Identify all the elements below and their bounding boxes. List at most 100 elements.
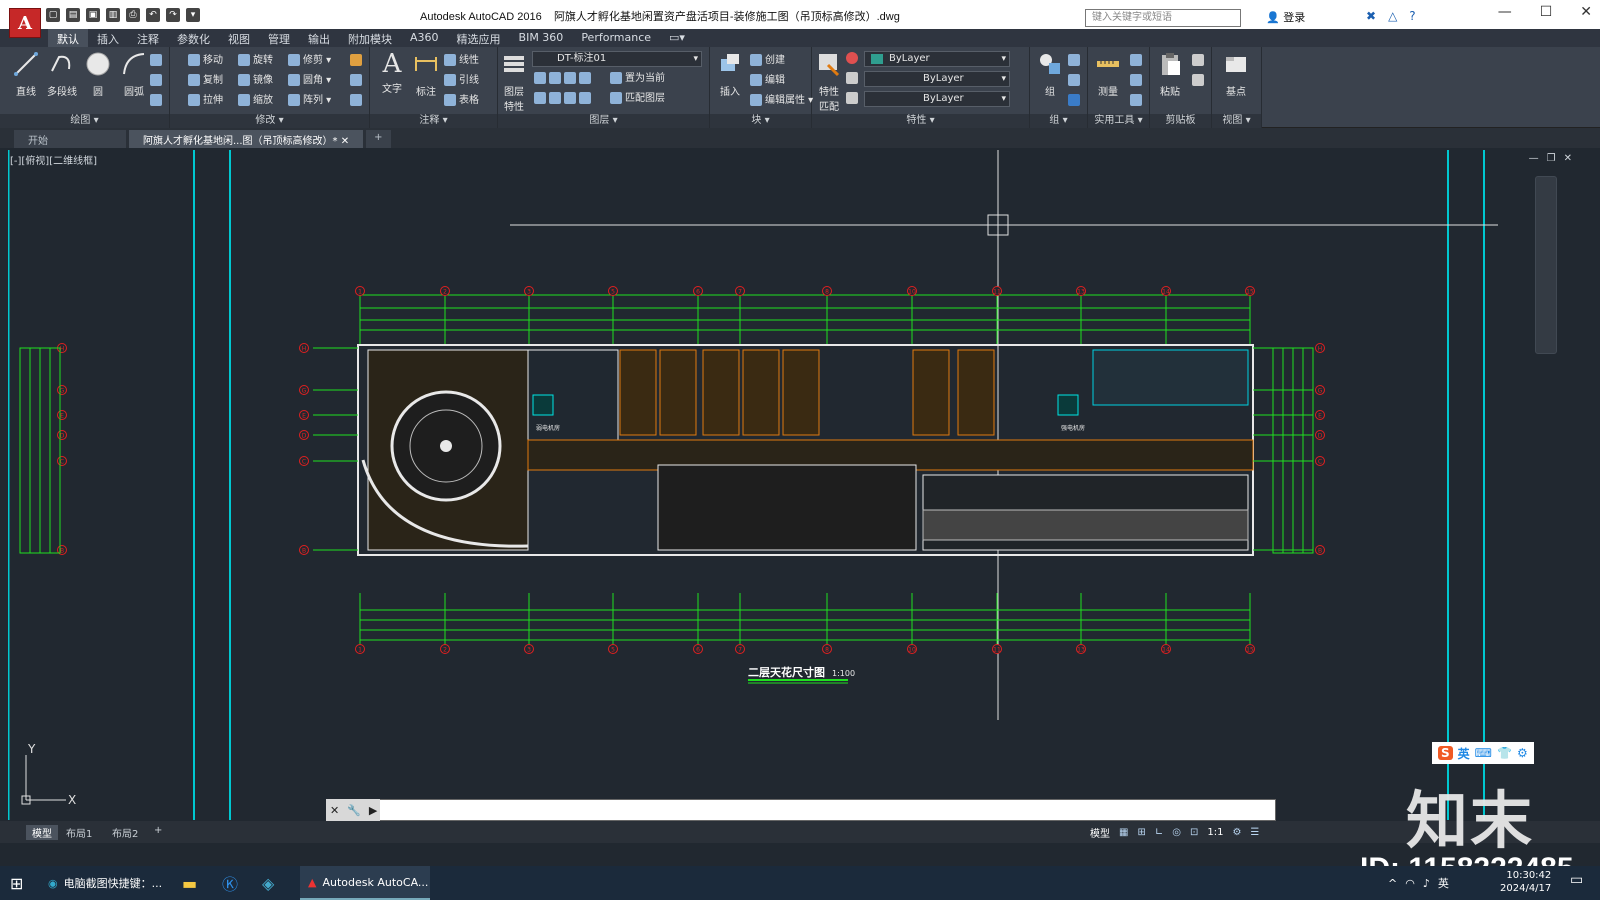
tab-output[interactable]: 输出 xyxy=(299,29,339,47)
insert-button[interactable]: 插入 xyxy=(712,51,748,98)
tab-performance[interactable]: Performance xyxy=(572,29,660,47)
explorer-icon[interactable]: ▬ xyxy=(182,866,197,900)
panel-properties-title[interactable]: 特性 ▾ xyxy=(812,114,1029,128)
layer-tool-icons[interactable] xyxy=(534,71,594,87)
copy-button[interactable]: 复制 xyxy=(188,73,223,89)
new-icon[interactable]: ▢ xyxy=(46,8,60,22)
point-icon[interactable] xyxy=(1130,73,1145,89)
snap-icon[interactable]: ⊞ xyxy=(1137,827,1145,838)
linetype-icon[interactable] xyxy=(846,71,861,87)
group-select-icon[interactable] xyxy=(1068,93,1083,109)
color-wheel-icon[interactable] xyxy=(846,51,861,67)
ime-language[interactable]: 英 xyxy=(1458,745,1470,762)
navigation-bar[interactable] xyxy=(1535,176,1557,354)
color-dropdown[interactable]: ByLayer xyxy=(864,51,1010,67)
explode-icon[interactable] xyxy=(350,73,365,89)
tab-view[interactable]: 视图 xyxy=(219,29,259,47)
hatch-icon[interactable] xyxy=(150,73,165,89)
leader-button[interactable]: 引线 xyxy=(444,73,479,89)
layer-properties-button[interactable]: 图层特性 xyxy=(500,51,528,113)
text-button[interactable]: A 文字 xyxy=(374,51,410,95)
lineweight-dropdown[interactable]: ByLayer xyxy=(864,91,1010,107)
offset-icon[interactable] xyxy=(350,93,365,109)
undo-icon[interactable]: ↶ xyxy=(146,8,160,22)
help-icon[interactable]: ? xyxy=(1409,9,1415,23)
ime-keyboard-icon[interactable]: ⌨ xyxy=(1475,746,1492,760)
linetype-dropdown[interactable]: ByLayer xyxy=(864,71,1010,87)
panel-utilities-title[interactable]: 实用工具 ▾ xyxy=(1088,114,1149,128)
region-icon[interactable] xyxy=(150,93,165,109)
search-input[interactable]: 键入关键字或短语 xyxy=(1085,9,1241,27)
polyline-button[interactable]: 多段线 xyxy=(44,51,80,98)
redo-icon[interactable]: ↷ xyxy=(166,8,180,22)
workspace-icon[interactable]: ⚙ xyxy=(1232,827,1241,838)
fillet-button[interactable]: 圆角 ▾ xyxy=(288,73,331,89)
tab-layout1[interactable]: 布局1 xyxy=(66,825,92,840)
print-icon[interactable]: ⎙ xyxy=(126,8,140,22)
minimize-icon[interactable]: — xyxy=(1498,4,1512,20)
panel-clipboard-title[interactable]: 剪贴板 xyxy=(1150,114,1211,128)
tab-annotate[interactable]: 注释 xyxy=(128,29,168,47)
move-button[interactable]: 移动 xyxy=(188,53,223,69)
tab-addins[interactable]: 附加模块 xyxy=(339,29,401,47)
osnap-icon[interactable]: ⊡ xyxy=(1190,827,1198,838)
notification-icon[interactable]: ▭ xyxy=(1570,872,1583,888)
grid-icon[interactable]: ▦ xyxy=(1119,827,1128,838)
ime-settings-icon[interactable]: ⚙ xyxy=(1517,746,1528,760)
login-button[interactable]: 👤 登录 xyxy=(1266,9,1305,25)
lineweight-icon[interactable] xyxy=(846,91,861,107)
tab-start[interactable]: 开始 xyxy=(14,130,126,148)
tray-chevron-icon[interactable]: ^ xyxy=(1388,877,1397,890)
tab-featured-apps[interactable]: 精选应用 xyxy=(448,29,510,47)
layer-tool-icons-2[interactable] xyxy=(534,91,594,107)
set-current-button[interactable]: 置为当前 xyxy=(610,71,665,87)
paste-button[interactable]: 粘贴 xyxy=(1152,51,1188,98)
trim-button[interactable]: 修剪 ▾ xyxy=(288,53,331,69)
maximize-icon[interactable]: ☐ xyxy=(1540,4,1553,20)
match-properties-button[interactable]: 特性匹配 xyxy=(814,51,844,113)
line-button[interactable]: 直线 xyxy=(8,51,44,98)
model-space-button[interactable]: 模型 xyxy=(1090,825,1110,840)
panel-annotation-title[interactable]: 注释 ▾ xyxy=(370,114,497,128)
cmd-customize-icon[interactable]: 🔧 xyxy=(347,804,361,817)
stretch-button[interactable]: 拉伸 xyxy=(188,93,223,109)
tab-current-drawing[interactable]: 阿旗人才孵化基地闲...图（吊顶标高修改）* ✕ xyxy=(129,130,364,148)
new-tab-button[interactable]: + xyxy=(366,130,391,148)
taskbar-item-edge[interactable]: ◉ 电脑截图快捷键：... xyxy=(48,866,162,900)
create-block-button[interactable]: 创建 xyxy=(750,53,785,69)
tab-manage[interactable]: 管理 xyxy=(259,29,299,47)
arc-button[interactable]: 圆弧 xyxy=(116,51,152,98)
panel-groups-title[interactable]: 组 ▾ xyxy=(1030,114,1087,128)
volume-icon[interactable]: ♪ xyxy=(1423,877,1430,890)
annotation-scale[interactable]: 1:1 xyxy=(1207,827,1223,838)
quick-select-icon[interactable] xyxy=(1130,53,1145,69)
clock[interactable]: 10:30:42 2024/4/17 xyxy=(1500,869,1551,895)
tab-parametric[interactable]: 参数化 xyxy=(168,29,219,47)
match-layer-button[interactable]: 匹配图层 xyxy=(610,91,665,107)
group-button[interactable]: 组 xyxy=(1032,51,1068,98)
copy-clip-icon[interactable] xyxy=(1192,73,1207,89)
dimension-button[interactable]: 标注 xyxy=(408,51,444,98)
panel-modify-title[interactable]: 修改 ▾ xyxy=(170,114,369,128)
rotate-button[interactable]: 旋转 xyxy=(238,53,273,69)
taskbar-item-autocad[interactable]: ▲ Autodesk AutoCA... xyxy=(300,866,430,900)
command-line-input[interactable] xyxy=(326,799,1276,821)
ime-toolbar[interactable]: S 英 ⌨ 👕 ⚙ xyxy=(1432,742,1534,764)
tab-model[interactable]: 模型 xyxy=(26,825,58,840)
a360-icon[interactable]: △ xyxy=(1388,9,1397,23)
cut-icon[interactable] xyxy=(1192,53,1207,69)
viewport-minimize-icon[interactable]: — xyxy=(1529,153,1539,164)
tab-insert[interactable]: 插入 xyxy=(88,29,128,47)
app-shield-icon[interactable]: ◈ xyxy=(262,866,274,900)
panel-layers-title[interactable]: 图层 ▾ xyxy=(498,114,709,128)
polar-icon[interactable]: ◎ xyxy=(1172,827,1181,838)
viewport-restore-icon[interactable]: ❐ xyxy=(1547,153,1556,164)
close-tab-icon[interactable]: ✕ xyxy=(341,136,349,147)
viewport-controls-label[interactable]: [-][俯视][二维线框] xyxy=(10,152,97,167)
table-button[interactable]: 表格 xyxy=(444,93,479,109)
panel-draw-title[interactable]: 绘图 ▾ xyxy=(0,114,169,128)
linear-button[interactable]: 线性 xyxy=(444,53,479,69)
save-as-icon[interactable]: ▥ xyxy=(106,8,120,22)
wifi-icon[interactable]: ◠ xyxy=(1405,877,1415,890)
ime-skin-icon[interactable]: 👕 xyxy=(1497,746,1512,760)
